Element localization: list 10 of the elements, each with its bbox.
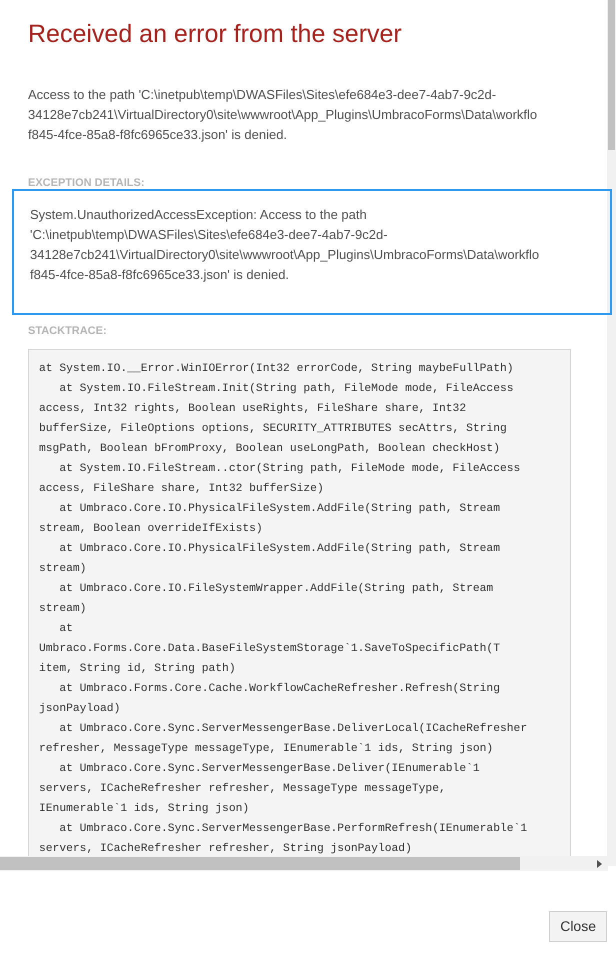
error-message: Access to the path 'C:\inetpub\temp\DWASFiles\Sites\efe684e3-dee7-4ab7-9c2d- 34128e7cb241\VirtualDirectory0\site\wwwroot\App_Plugins\UmbracoForms\Data\workflo f845-4fce-85a8-f8fc6965ce33.json' is denied. [28, 86, 538, 144]
vertical-scrollbar-thumb[interactable] [608, 0, 615, 150]
section-heading: EXCEPTION DETAILS: [28, 176, 145, 191]
section-heading: STACKTRACE: [28, 324, 107, 339]
scroll-right-arrow-icon[interactable] [597, 860, 602, 868]
horizontal-scrollbar-thumb[interactable] [0, 857, 520, 870]
close-button[interactable]: Close [549, 911, 607, 942]
exception-details: System.UnauthorizedAccessException: Access to the path 'C:\inetpub\temp\DWASFiles\Sites\efe684e3-dee7-4ab7-9c2d- 34128e7cb241\VirtualDirectory0\site\wwwroot\App_Plugins\UmbracoForms\Data\workflo f845-4fce-85a8-f8fc6965ce33.json' is denied. [30, 206, 540, 284]
dialog-title: Received an error from the server [28, 19, 402, 50]
stacktrace-text: at System.IO.__Error.WinIOError(Int32 errorCode, String maybeFullPath) at System.IO.FileStream.Init(String path, FileMode mode, FileAccess access, Int32 rights, Boolean useRights, FileShare share, Int32 bufferSize, FileOptions options, SECURITY_ATTRIBUTES secAttrs, String msgPath, Boolean bFromProxy, Boolean useLongPath, Boolean checkHost) at System.IO.FileStream..ctor(String path, FileMode mode, FileAccess access, FileShare share, Int32 bufferSize) at Umbraco.Core.IO.PhysicalFileSystem.AddFile(String path, Stream stream, Boolean overrideIfExists) at Umbraco.Core.IO.PhysicalFileSystem.AddFile(String path, Stream stream) at Umbraco.Core.IO.FileSystemWrapper.AddFile(String path, Stream stream) at Umbraco.Forms.Core.Data.BaseFileSystemStorage`1.SaveToSpecificPath(T item, String id, String path) at Umbraco.Forms.Core.Cache.WorkflowCacheRefresher.Refresh(String jsonPayload) at Umbraco.Core.Sync.ServerMessengerBase.DeliverLocal(ICacheRefresher refresher, MessageType messageType, IEnumerable`1 ids, String json) at Umbraco.Core.Sync.ServerMessengerBase.Deliver(IEnumerable`1 servers, ICacheRefresher refresher, MessageType messageType, IEnumerable`1 ids, String json) at Umbraco.Core.Sync.ServerMessengerBase.PerformRefresh(IEnumerable`1 servers, ICacheRefresher refresher, String jsonPayload) [39, 362, 528, 856]
